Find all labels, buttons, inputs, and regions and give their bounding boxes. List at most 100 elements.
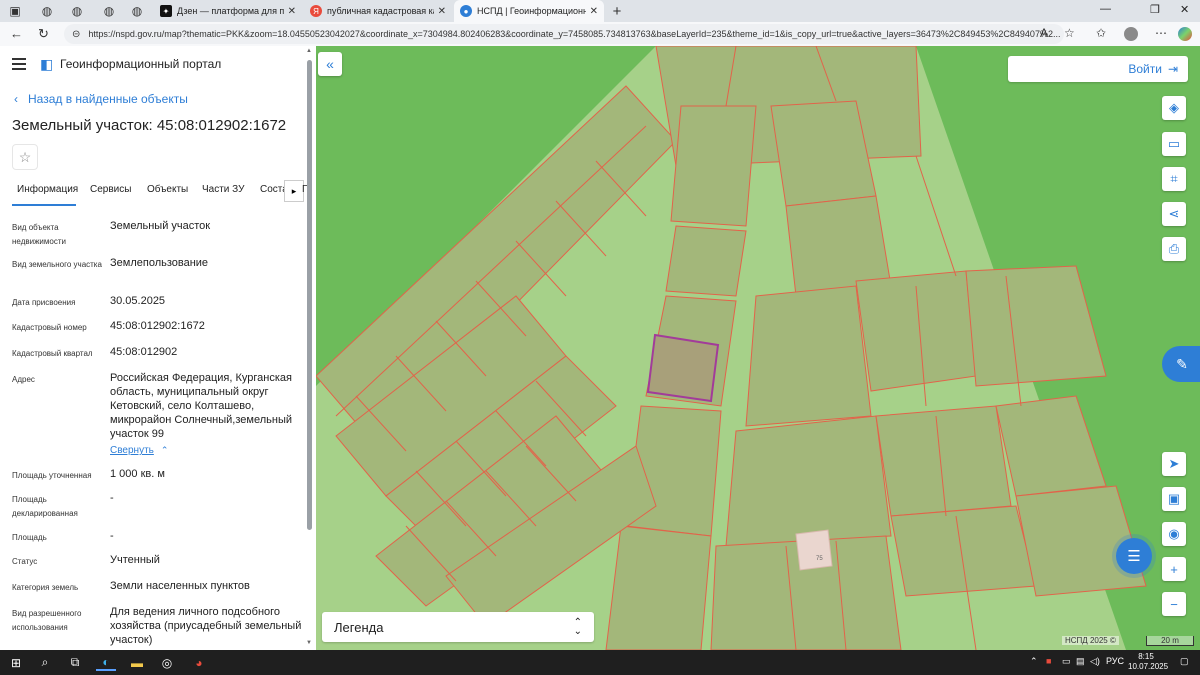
tabs-scroll-button[interactable]: ▸	[284, 180, 304, 202]
system-clock[interactable]: 8:15 10.07.2025	[1128, 652, 1168, 672]
url-text: https://nspd.gov.ru/map?thematic=PKK&zoo…	[88, 29, 1061, 39]
login-button[interactable]: Войти ⇥	[1008, 56, 1188, 82]
scroll-down-icon[interactable]: ▼	[306, 640, 312, 646]
building-number: 75	[816, 556, 823, 562]
language-indicator[interactable]: РУС	[1106, 656, 1124, 666]
more-menu-icon[interactable]: ⋯	[1155, 26, 1167, 40]
address-bar[interactable]: ⊝ https://nspd.gov.ru/map?thematic=PKK&z…	[64, 24, 1064, 44]
zoom-out-icon: −	[1170, 596, 1178, 612]
attr-label: Категория земель	[12, 583, 79, 592]
back-arrow-icon[interactable]: ←	[10, 26, 23, 41]
close-icon[interactable]: ✕	[438, 6, 446, 17]
favorite-star-icon[interactable]: ☆	[1064, 26, 1075, 40]
clock-time: 8:15	[1138, 652, 1154, 661]
zoom-in-button[interactable]: +	[1162, 557, 1186, 581]
favorite-button[interactable]: ☆	[12, 144, 38, 170]
navigate-icon: ➤	[1168, 456, 1180, 471]
panel-scrollbar[interactable]: ▲ ▼	[306, 48, 314, 648]
tab-title: НСПД | Геоинформационный п	[477, 6, 586, 16]
map-canvas[interactable]: 75	[316, 46, 1200, 650]
scrollbar-thumb[interactable]	[307, 60, 312, 530]
select-area-button[interactable]: ⌗	[1162, 167, 1186, 191]
site-info-icon[interactable]: ⊝	[72, 29, 80, 40]
tab-parts[interactable]: Части ЗУ	[202, 184, 244, 195]
share-button[interactable]: ⋖	[1162, 202, 1186, 226]
attr-value: Для ведения личного подсобного хозяйства…	[110, 606, 302, 646]
cadastral-map[interactable]: 75 « Войти ⇥ ◈ ▭ ⌗ ⋖ ⎙ ✎ ➤ ▣ ◉ + − ☰ Леге…	[316, 46, 1200, 650]
edge-icon[interactable]: ◐	[96, 654, 116, 671]
collapse-link[interactable]: Свернуть ⌃	[110, 443, 302, 458]
attr-label: Площадь декларированная	[12, 495, 78, 518]
tray-expand-icon[interactable]: ⌃	[1030, 656, 1038, 667]
page-title: Земельный участок: 45:08:012902:1672	[12, 117, 287, 134]
copilot-icon[interactable]	[1178, 27, 1192, 41]
layers-button[interactable]: ◈	[1162, 96, 1186, 120]
scroll-up-icon[interactable]: ▲	[306, 48, 312, 54]
restore-icon[interactable]: ❐	[1150, 3, 1160, 16]
globe-icon[interactable]: ◍	[100, 2, 118, 20]
taskbar: ⊞ ⌕ ⧉ ◐ ▬ ◎ ◕ ⌃ ■ ▭ ▤ ◁) РУС 8:15 10.07.…	[0, 650, 1200, 675]
minimap-icon: ▣	[1167, 491, 1181, 506]
ruler-button[interactable]: ▭	[1162, 132, 1186, 156]
share-icon: ⋖	[1168, 206, 1180, 221]
globe-icon[interactable]: ◍	[128, 2, 146, 20]
globe-icon[interactable]: ◍	[38, 2, 56, 20]
portal-logo-icon: ◧	[40, 56, 54, 72]
tab-objects[interactable]: Объекты	[147, 184, 188, 195]
tab-actions-icon[interactable]: ▣	[6, 2, 24, 20]
help-tab[interactable]: ✎	[1162, 346, 1200, 382]
attr-label: Адрес	[12, 375, 35, 384]
globe-icon[interactable]: ◍	[68, 2, 86, 20]
collapse-row: Свернуть ⌃	[12, 443, 302, 457]
close-window-icon[interactable]: ✕	[1180, 3, 1189, 16]
app-icon[interactable]: ◎	[158, 654, 176, 671]
tab-nspd[interactable]: ● НСПД | Геоинформационный п ✕	[454, 0, 604, 22]
read-aloud-icon[interactable]: A	[1040, 26, 1048, 40]
reload-icon[interactable]: ↻	[38, 26, 49, 42]
chrome-icon[interactable]: ◕	[190, 654, 208, 671]
tray-app-icon[interactable]: ■	[1046, 656, 1051, 666]
attr-value: Учтенный	[110, 554, 160, 566]
volume-icon[interactable]: ◁)	[1090, 656, 1100, 667]
notifications-icon[interactable]: ▢	[1180, 656, 1189, 667]
tab-dzen[interactable]: ✦ Дзен — платформа для просмот ✕	[154, 0, 302, 22]
tray-display-icon[interactable]: ▭	[1062, 656, 1071, 667]
attr-label: Вид разрешенного использования	[12, 609, 82, 632]
nspd-icon: ●	[460, 5, 472, 17]
file-explorer-icon[interactable]: ▬	[128, 654, 146, 671]
navigate-button[interactable]: ➤	[1162, 452, 1186, 476]
building[interactable]	[795, 529, 833, 571]
legend-dropdown[interactable]: Легенда ⌃ ⌄	[322, 612, 594, 642]
profile-avatar[interactable]	[1124, 27, 1138, 41]
ruler-icon: ▭	[1167, 136, 1181, 151]
attr-value: Землепользование	[110, 257, 209, 269]
collapse-panel-button[interactable]: «	[318, 52, 342, 76]
favorites-icon[interactable]: ✩	[1096, 26, 1106, 40]
back-to-results-link[interactable]: ‹ Назад в найденные объекты	[14, 92, 188, 106]
selected-parcel[interactable]	[646, 333, 720, 403]
minimize-icon[interactable]: —	[1100, 3, 1111, 15]
close-icon[interactable]: ✕	[288, 6, 296, 17]
tab-information[interactable]: Информация	[17, 184, 78, 195]
tray-monitor-icon[interactable]: ▤	[1076, 656, 1085, 667]
attr-label: Вид земельного участка	[12, 260, 102, 269]
close-icon[interactable]: ✕	[590, 6, 598, 17]
tab-services[interactable]: Сервисы	[90, 184, 131, 195]
print-button[interactable]: ⎙	[1162, 237, 1186, 261]
attr-label: Кадастровый квартал	[12, 349, 93, 358]
zoom-out-button[interactable]: −	[1162, 592, 1186, 616]
location-button[interactable]: ◉	[1162, 522, 1186, 546]
task-view-icon[interactable]: ⧉	[66, 654, 84, 671]
chat-button[interactable]: ☰	[1116, 538, 1152, 574]
tab-yandex[interactable]: Я публичная кадастровая карта — ✕	[304, 0, 452, 22]
layers-icon: ◈	[1169, 100, 1179, 115]
minimap-button[interactable]: ▣	[1162, 487, 1186, 511]
attr-value: 45:08:012902	[110, 346, 178, 358]
new-tab-button[interactable]: +	[608, 2, 626, 20]
browser-toolbar: ← ↻ ⊝ https://nspd.gov.ru/map?thematic=P…	[0, 22, 1200, 46]
chevron-right-icon: ▸	[291, 185, 297, 196]
search-icon[interactable]: ⌕	[36, 654, 54, 671]
menu-icon[interactable]	[12, 58, 26, 73]
windows-start-icon[interactable]: ⊞	[8, 654, 24, 671]
print-icon: ⎙	[1168, 241, 1180, 256]
